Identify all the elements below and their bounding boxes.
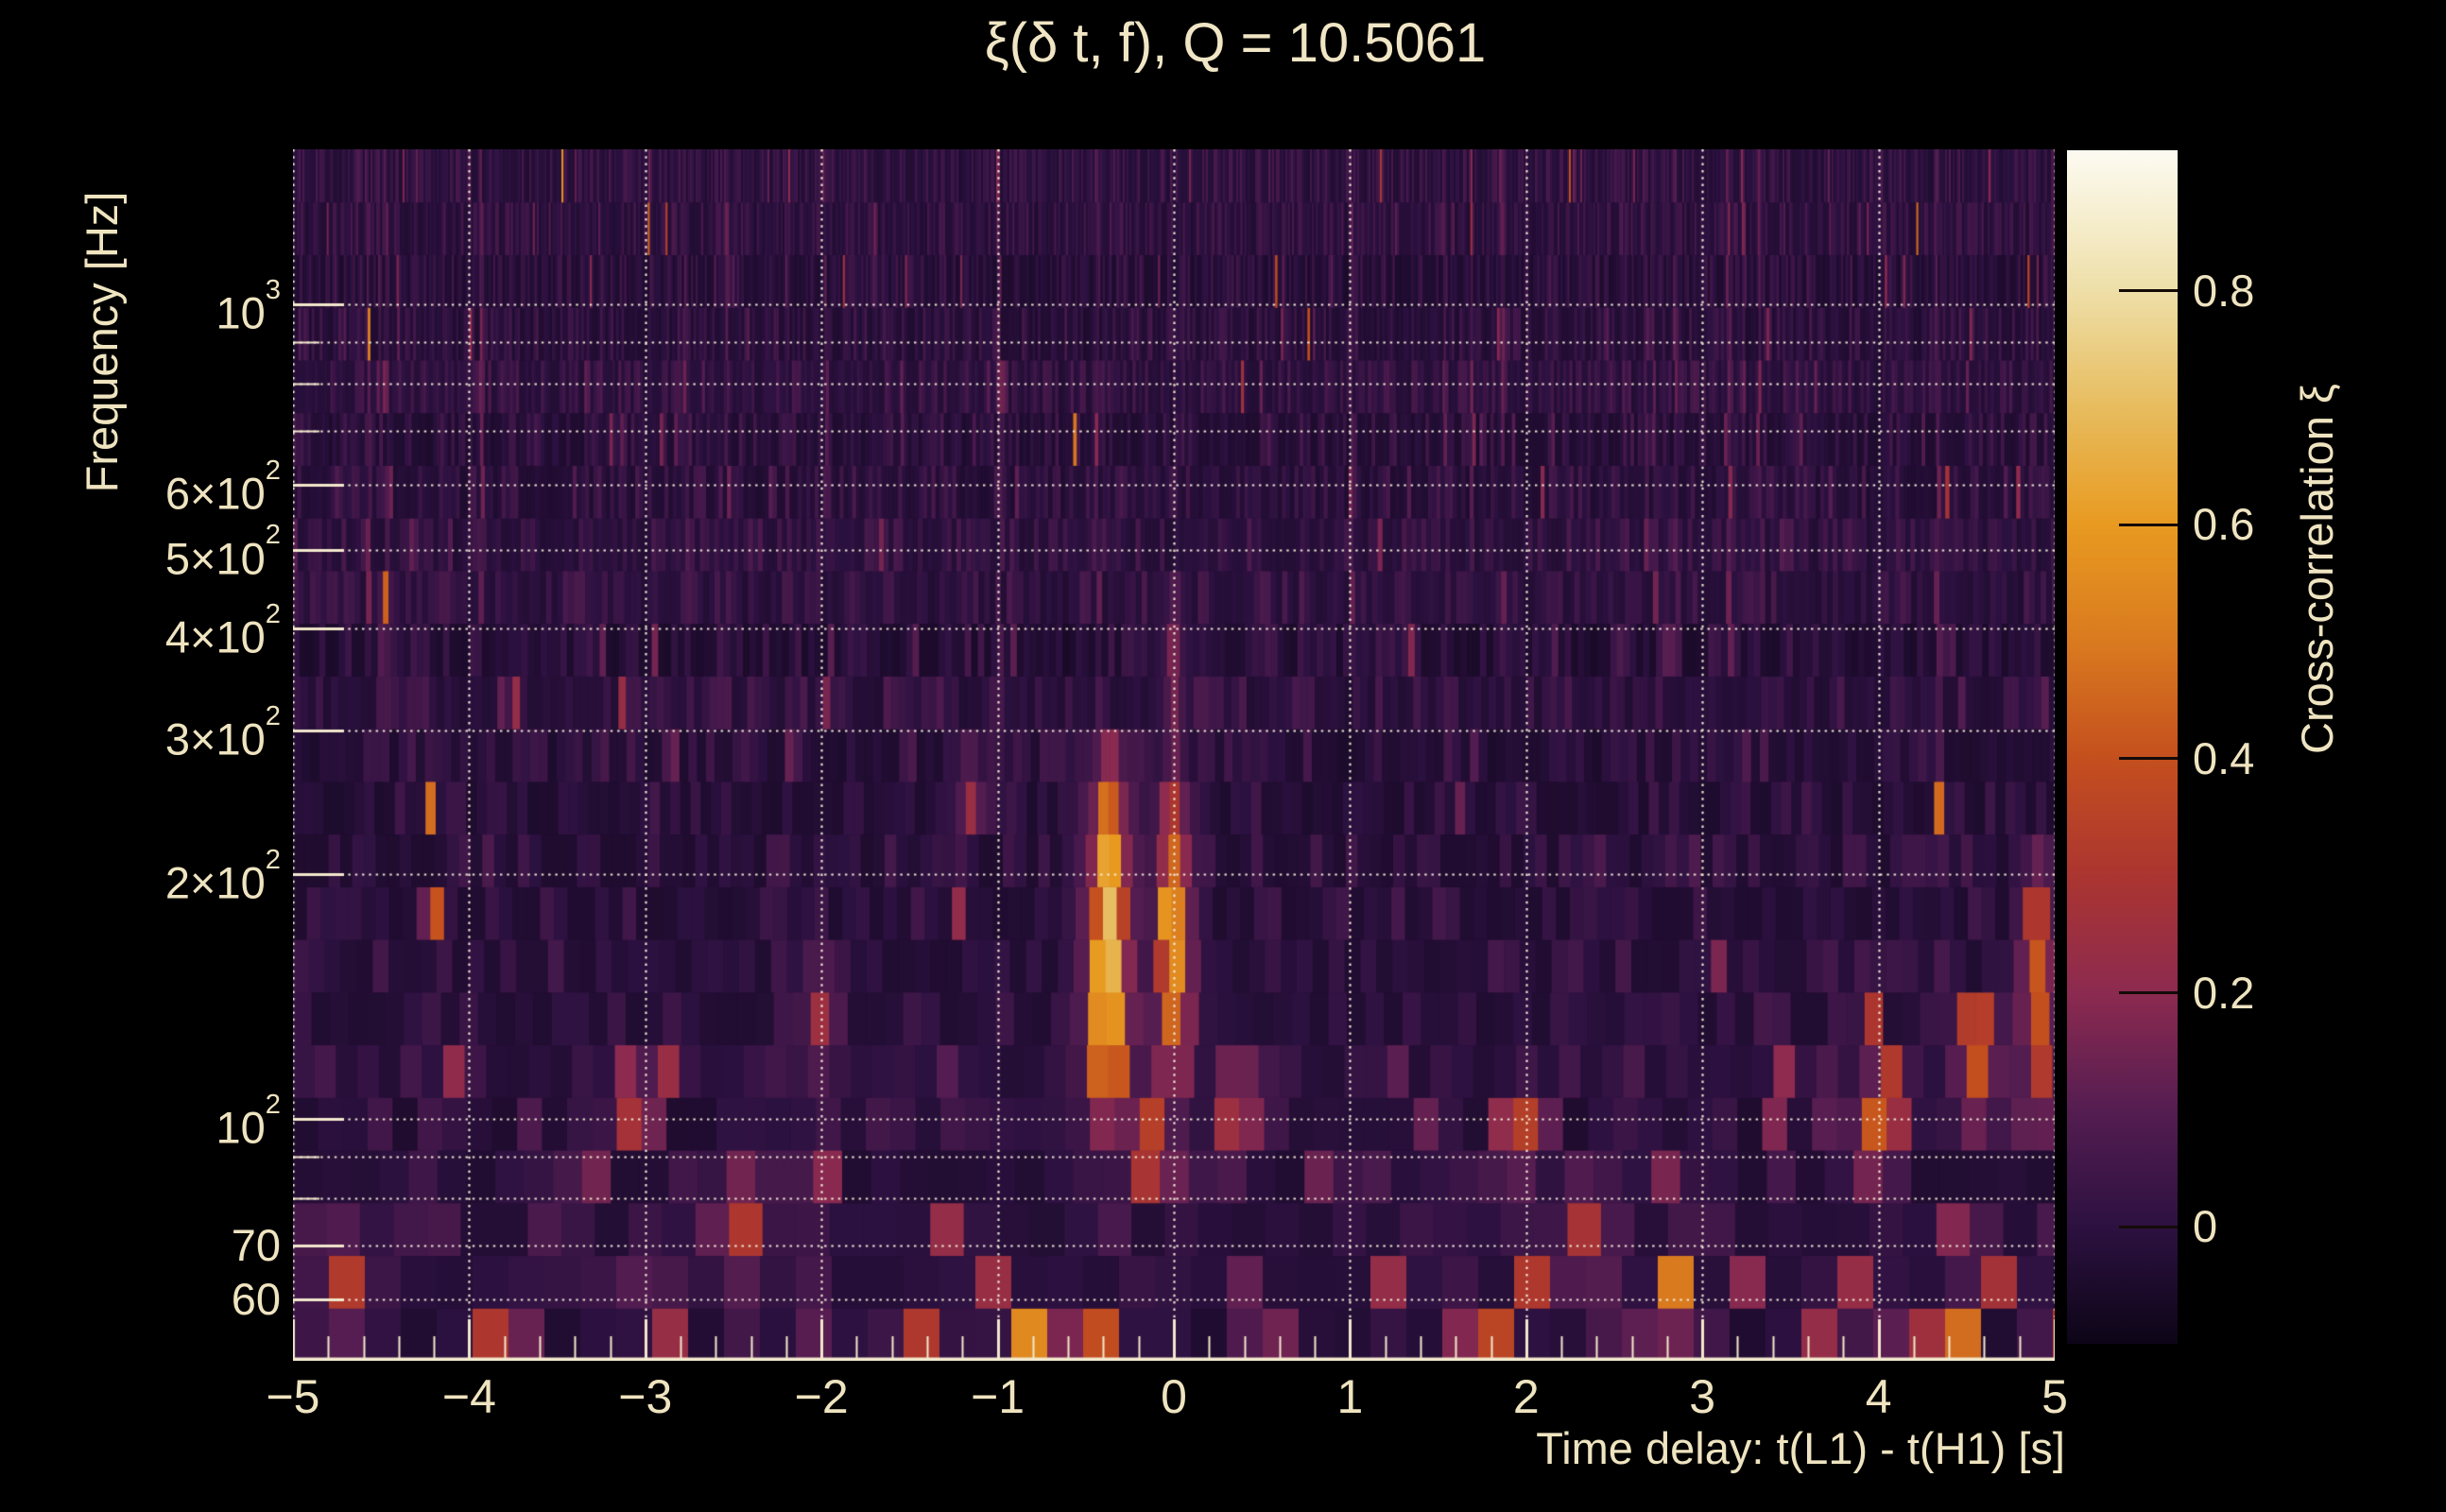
y-tick-label-1000: 103	[215, 274, 281, 338]
y-tick-label-60: 60	[231, 1274, 281, 1325]
heatmap-canvas	[293, 149, 2055, 1361]
x-tick-label-1: 1	[1336, 1370, 1364, 1423]
y-tick-label-500: 5×102	[164, 520, 281, 584]
y-tick-label-600: 6×102	[164, 455, 281, 519]
x-axis-title: Time delay: t(L1) - t(H1) [s]	[1536, 1423, 2065, 1473]
colorbar-tick-0.6	[2119, 523, 2178, 526]
x-tick-label--5: −5	[266, 1370, 320, 1423]
figure-root: ξ(δ t, f), Q = 10.5061 Frequency [Hz] 10…	[0, 0, 2446, 1512]
x-tick-label-5: 5	[2041, 1370, 2068, 1423]
x-tick-label-4: 4	[1865, 1370, 1892, 1423]
y-tick-label-200: 2×102	[164, 844, 281, 908]
y-tick-label-400: 4×102	[164, 599, 281, 662]
x-tick-label-3: 3	[1689, 1370, 1716, 1423]
x-tick-label--3: −3	[618, 1370, 673, 1423]
colorbar-tick-0	[2119, 1225, 2178, 1228]
x-tick-label--1: −1	[971, 1370, 1025, 1423]
colorbar-tick-0.8	[2119, 289, 2178, 293]
y-tick-label-300: 3×102	[164, 700, 281, 765]
colorbar-gradient	[2067, 150, 2178, 1344]
colorbar-tick-label-0: 0	[2193, 1201, 2218, 1252]
y-tick-label-70: 70	[231, 1219, 281, 1270]
plot-title: ξ(δ t, f), Q = 10.5061	[984, 12, 1487, 74]
x-tick-label--2: −2	[794, 1370, 849, 1423]
y-tick-label-100: 102	[215, 1090, 281, 1153]
colorbar-tick-0.4	[2119, 757, 2178, 761]
x-tick-label-0: 0	[1161, 1370, 1187, 1423]
colorbar-title: Cross-correlation ξ	[2292, 384, 2342, 754]
x-tick-label-2: 2	[1512, 1370, 1540, 1423]
colorbar-tick-0.2	[2119, 991, 2178, 995]
x-tick-label--4: −4	[441, 1370, 496, 1423]
